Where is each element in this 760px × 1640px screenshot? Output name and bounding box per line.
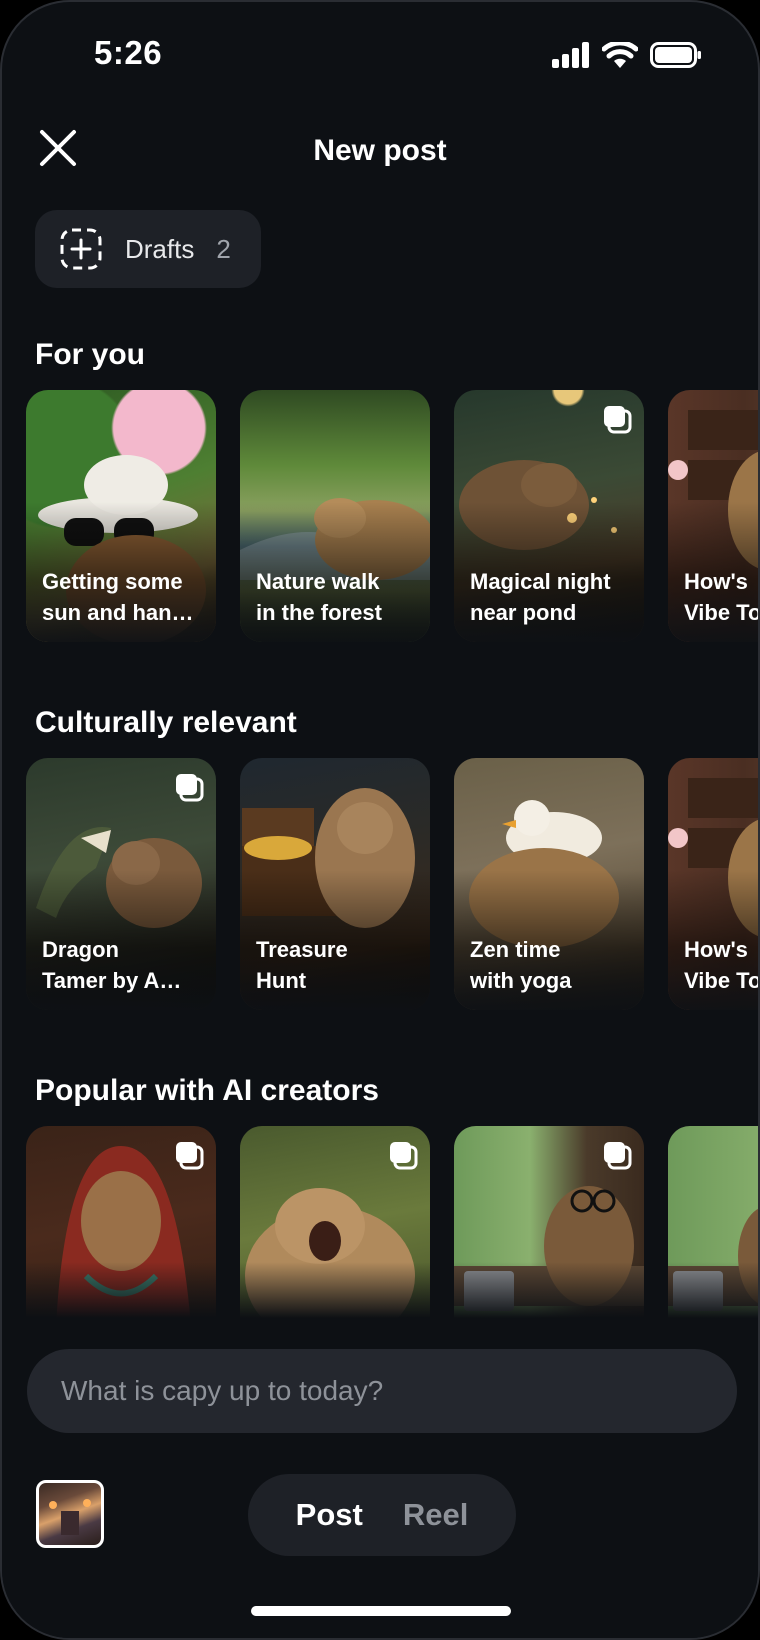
home-indicator[interactable] — [251, 1606, 511, 1616]
card-label: Dragon Tamer by A… — [42, 937, 182, 993]
page-title: New post — [313, 134, 447, 167]
multi-image-icon — [604, 406, 632, 434]
template-card[interactable]: Treasure Hunt — [240, 758, 430, 1010]
card-label: How's Vibe To — [684, 569, 760, 625]
template-card[interactable]: Nature walk in the forest — [240, 390, 430, 642]
caption-composer[interactable] — [27, 1349, 737, 1433]
mode-post-tab[interactable]: Post — [296, 1497, 363, 1533]
section-title-popular-with-ai-creators: Popular with AI creators — [35, 1074, 379, 1107]
template-card[interactable]: Zen time with yoga — [454, 758, 644, 1010]
multi-image-icon — [390, 1142, 418, 1170]
caption-input[interactable] — [59, 1374, 703, 1408]
phone-screen: 5:26 New post Drafts 2 For you Getting s… — [0, 0, 760, 1640]
header: New post — [2, 122, 758, 182]
multi-image-icon — [604, 1142, 632, 1170]
drafts-button[interactable]: Drafts 2 — [35, 210, 261, 288]
add-draft-icon — [60, 228, 102, 270]
section-title-for-you: For you — [35, 338, 145, 371]
template-card[interactable]: Magical night near pond — [454, 390, 644, 642]
status-time: 5:26 — [94, 34, 163, 71]
card-label: Nature walk in the forest — [256, 569, 382, 625]
status-icons — [552, 42, 702, 68]
template-card[interactable]: Getting some sun and han… — [26, 390, 216, 642]
card-label: Magical night near pond — [470, 569, 611, 625]
mode-reel-tab[interactable]: Reel — [403, 1497, 468, 1533]
multi-image-icon — [176, 774, 204, 802]
for-you-row: Getting some sun and han… Nature walk in… — [26, 390, 760, 642]
template-card[interactable]: How's Vibe To — [668, 390, 760, 642]
wifi-icon — [602, 42, 638, 68]
section-title-culturally-relevant: Culturally relevant — [35, 706, 297, 739]
gallery-thumbnail-button[interactable] — [36, 1480, 104, 1548]
drafts-count: 2 — [216, 233, 231, 264]
culturally-relevant-row: Dragon Tamer by A… Treasure Hunt Zen tim… — [26, 758, 760, 1010]
gallery-thumbnail-image — [49, 1499, 91, 1535]
cellular-signal-icon — [552, 42, 589, 68]
card-label: Zen time with yoga — [470, 937, 572, 993]
card-label: Getting some sun and han… — [42, 569, 194, 625]
template-card[interactable]: How's Vibe To — [668, 758, 760, 1010]
template-card[interactable]: Dragon Tamer by A… — [26, 758, 216, 1010]
drafts-label: Drafts — [125, 233, 195, 264]
multi-image-icon — [176, 1142, 204, 1170]
mode-switch: Post Reel — [248, 1474, 516, 1556]
card-label: How's Vibe To — [684, 937, 760, 993]
status-bar: 5:26 — [2, 2, 758, 112]
card-label: Treasure Hunt — [256, 937, 348, 993]
battery-icon — [650, 42, 701, 68]
